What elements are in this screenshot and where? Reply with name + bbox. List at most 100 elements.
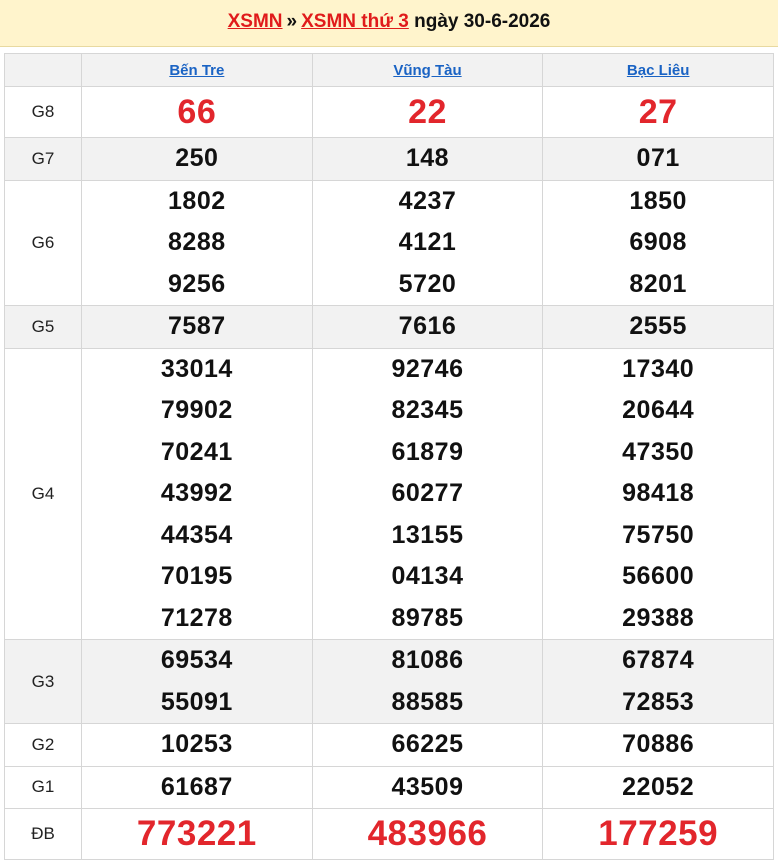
prize-row-g3: G3 69534 55091 81086 88585 67874 72853 [4, 639, 774, 724]
result-cell: 2555 [542, 305, 774, 349]
result-cell: 27 [542, 86, 774, 138]
result-number: 92746 [391, 354, 464, 383]
result-cell: 92746 82345 61879 60277 13155 04134 89785 [311, 347, 544, 640]
result-number: 13155 [391, 520, 464, 549]
result-number: 773221 [136, 814, 257, 853]
result-cell: 148 [311, 137, 544, 181]
result-number: 75750 [622, 520, 695, 549]
result-cell: 17340 20644 47350 98418 75750 56600 29388 [542, 347, 774, 640]
province-link-bac-lieu[interactable]: Bạc Liêu [627, 62, 690, 79]
prize-label: G2 [4, 723, 82, 767]
breadcrumb-separator: » [286, 11, 298, 32]
result-cell: 773221 [81, 808, 313, 860]
result-number: 70195 [160, 562, 233, 590]
result-cell: 22052 [542, 765, 774, 809]
result-cell: 1802 8288 9256 [81, 179, 313, 306]
result-number: 27 [638, 93, 678, 131]
prize-row-g6: G6 1802 8288 9256 4237 4121 5720 1850 6908 8201 [4, 179, 774, 306]
result-number: 9256 [168, 269, 226, 298]
prize-label: G8 [4, 86, 82, 138]
prize-label: G3 [4, 639, 82, 724]
result-number: 88585 [391, 687, 464, 716]
prize-row-g8: G8 66 22 27 [4, 86, 774, 138]
prize-row-g4: G4 33014 79902 70241 43992 44354 70195 71278 927… [4, 347, 774, 640]
result-number: 04134 [391, 562, 464, 590]
result-cell: 071 [542, 137, 774, 181]
result-cell: 7616 [311, 305, 544, 349]
result-number: 56600 [622, 562, 695, 590]
result-number: 6908 [629, 228, 687, 256]
result-number: 81086 [391, 646, 464, 674]
result-number: 61879 [391, 437, 464, 466]
result-number: 5720 [398, 269, 457, 298]
result-number: 7587 [168, 312, 226, 340]
result-number: 72853 [622, 687, 695, 716]
page-header: XSMN» XSMN thứ 3 ngày 30-6-2026 [0, 0, 778, 47]
result-number: 67874 [622, 646, 695, 674]
prize-label: ĐB [4, 808, 82, 860]
province-header: Vũng Tàu [311, 53, 544, 87]
result-cell: 1850 6908 8201 [542, 179, 774, 306]
result-cell: 70886 [542, 723, 774, 767]
prize-row-db: ĐB 773221 483966 177259 [4, 808, 774, 860]
result-number: 250 [175, 144, 219, 172]
result-number: 98418 [622, 479, 695, 507]
result-number: 44354 [160, 520, 233, 549]
result-number: 66225 [391, 730, 464, 758]
result-number: 60277 [391, 479, 464, 507]
result-number: 61687 [160, 772, 233, 801]
result-number: 8288 [168, 228, 226, 256]
result-number: 22 [408, 93, 447, 131]
result-number: 4121 [398, 228, 457, 256]
prize-row-g5: G5 7587 7616 2555 [4, 305, 774, 349]
result-number: 43992 [160, 479, 233, 507]
result-number: 148 [405, 144, 450, 172]
prize-row-g2: G2 10253 66225 70886 [4, 723, 774, 767]
results-table: Bến Tre Vũng Tàu Bạc Liêu G8 66 22 27 G7 250 1… [4, 53, 774, 860]
result-number: 483966 [367, 814, 488, 853]
result-number: 177259 [598, 814, 719, 853]
result-number: 22052 [622, 772, 695, 801]
result-cell: 61687 [81, 765, 313, 809]
breadcrumb-xsmn-thu3-link[interactable]: XSMN thứ 3 [301, 11, 409, 32]
result-number: 55091 [160, 687, 233, 716]
prize-row-g7: G7 250 148 071 [4, 137, 774, 181]
result-cell: 66225 [311, 723, 544, 767]
result-number: 47350 [622, 437, 695, 466]
prize-rows: G8 66 22 27 G7 250 148 071 G6 1802 8288 9256 4237 412… [4, 86, 774, 860]
result-number: 8201 [629, 269, 687, 298]
prize-label: G6 [4, 179, 82, 306]
result-number: 79902 [160, 396, 233, 424]
result-number: 43509 [391, 772, 464, 801]
result-number: 66 [177, 93, 217, 131]
result-number: 20644 [622, 396, 695, 424]
prize-label: G7 [4, 137, 82, 181]
result-number: 82345 [391, 396, 464, 424]
result-number: 89785 [391, 603, 464, 632]
prize-label: G4 [4, 347, 82, 640]
result-number: 71278 [160, 603, 233, 632]
breadcrumb-xsmn-link[interactable]: XSMN [228, 11, 283, 32]
result-cell: 4237 4121 5720 [311, 179, 544, 306]
result-cell: 33014 79902 70241 43992 44354 70195 71278 [81, 347, 313, 640]
province-link-ben-tre[interactable]: Bến Tre [169, 62, 224, 79]
result-cell: 10253 [81, 723, 313, 767]
prize-label: G5 [4, 305, 82, 349]
result-number: 4237 [398, 186, 457, 215]
result-cell: 250 [81, 137, 313, 181]
result-number: 33014 [160, 354, 233, 383]
result-number: 071 [636, 144, 680, 172]
result-cell: 69534 55091 [81, 639, 313, 724]
draw-date: ngày 30-6-2026 [414, 11, 551, 32]
result-cell: 7587 [81, 305, 313, 349]
result-cell: 67874 72853 [542, 639, 774, 724]
result-cell: 43509 [311, 765, 544, 809]
result-number: 69534 [160, 646, 233, 674]
result-number: 1850 [629, 186, 687, 215]
province-header: Bến Tre [81, 53, 313, 87]
corner-cell [4, 53, 82, 87]
result-cell: 177259 [542, 808, 774, 860]
result-number: 2555 [629, 312, 687, 340]
result-cell: 66 [81, 86, 313, 138]
province-link-vung-tau[interactable]: Vũng Tàu [393, 62, 461, 79]
